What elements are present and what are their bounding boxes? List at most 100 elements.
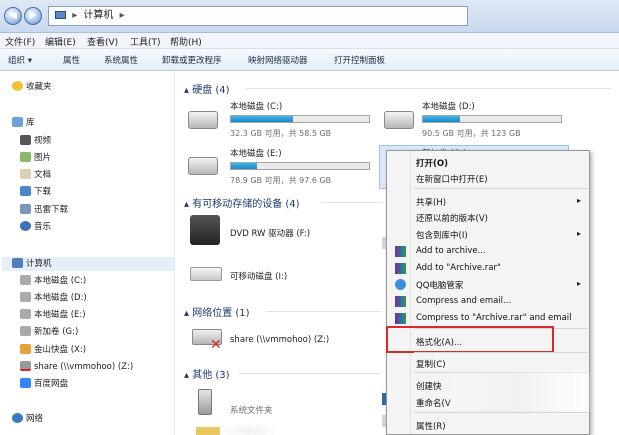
nav-library[interactable]: 库 bbox=[12, 116, 35, 130]
nav-drive-e[interactable]: 本地磁盘 (E:) bbox=[20, 308, 86, 322]
document-icon bbox=[20, 169, 31, 179]
nav-network[interactable]: 网络 bbox=[12, 412, 43, 426]
drive-e-tile[interactable] bbox=[188, 157, 218, 175]
organize-button[interactable]: 组织 ▾ bbox=[8, 54, 32, 66]
menu-item-qq-manager[interactable]: QQ电脑管家 bbox=[416, 279, 463, 291]
drive-icon bbox=[20, 292, 31, 302]
submenu-arrow-icon: ▸ bbox=[577, 279, 582, 288]
winrar-icon bbox=[395, 263, 406, 274]
drive-size: 90.5 GB 可用，共 123 GB bbox=[422, 129, 521, 138]
dvd-drive-label[interactable]: DVD RW 驱动器 (F:) bbox=[230, 227, 310, 239]
system-folder-label[interactable]: 系统文件夹 bbox=[230, 404, 273, 416]
network-icon bbox=[12, 413, 23, 423]
network-drive-label[interactable]: share (\\vmmohoo) (Z:) bbox=[230, 335, 329, 345]
group-header-removable[interactable]: ▴ 有可移动存储的设备 (4) bbox=[184, 195, 300, 210]
map-network-drive-button[interactable]: 映射网络驱动器 bbox=[248, 54, 308, 66]
menu-bar: 文件(F) 编辑(E) 查看(V) 工具(T) 帮助(H) bbox=[0, 33, 619, 49]
control-panel-button[interactable]: 打开控制面板 bbox=[334, 54, 385, 66]
nav-downloads[interactable]: 下载 bbox=[20, 185, 51, 199]
network-drive-icon bbox=[20, 361, 31, 371]
drive-size: 32.3 GB 可用，共 58.5 GB bbox=[230, 129, 332, 138]
music-icon bbox=[20, 221, 31, 231]
drive-label: 本地磁盘 (D:) bbox=[422, 102, 475, 112]
download-icon bbox=[20, 186, 31, 196]
system-properties-button[interactable]: 系统属性 bbox=[104, 54, 138, 66]
back-button[interactable]: ◀ bbox=[4, 7, 22, 25]
nav-drive-g[interactable]: 新加卷 (G:) bbox=[20, 325, 78, 339]
drive-icon bbox=[384, 111, 414, 129]
menu-item-restore-versions[interactable]: 还原以前的版本(V) bbox=[416, 212, 488, 224]
menu-item-open[interactable]: 打开(O) bbox=[416, 157, 448, 169]
group-header-hdd[interactable]: ▴ 硬盘 (4) bbox=[184, 81, 230, 96]
submenu-arrow-icon: ▸ bbox=[577, 229, 582, 238]
menu-item-open-new-window[interactable]: 在新窗口中打开(E) bbox=[416, 173, 488, 185]
nav-favorites[interactable]: 收藏夹 bbox=[12, 80, 52, 94]
usage-fill bbox=[423, 116, 461, 122]
divider bbox=[246, 88, 611, 89]
uninstall-program-button[interactable]: 卸载或更改程序 bbox=[162, 54, 222, 66]
drive-icon bbox=[20, 326, 31, 336]
winrar-icon bbox=[395, 246, 406, 257]
menu-item-format[interactable]: 格式化(A)... bbox=[416, 336, 462, 348]
properties-button[interactable]: 属性 bbox=[63, 54, 80, 66]
winrar-icon bbox=[395, 313, 406, 324]
nav-drive-z[interactable]: share (\\vmmohoo) (Z:) bbox=[20, 360, 133, 374]
picture-icon bbox=[20, 152, 31, 162]
nav-music[interactable]: 音乐 bbox=[20, 220, 51, 234]
phone-icon bbox=[198, 389, 212, 415]
menu-item-compress-email[interactable]: Compress and email... bbox=[416, 296, 511, 306]
drive-label: 本地磁盘 (C:) bbox=[230, 102, 283, 112]
forward-button[interactable]: ▶ bbox=[24, 7, 42, 25]
obscured-label bbox=[220, 426, 280, 435]
menu-item-properties[interactable]: 属性(R) bbox=[416, 420, 446, 432]
menu-item-create-shortcut[interactable]: 创建快 bbox=[416, 380, 442, 392]
menu-tools[interactable]: 工具(T) bbox=[130, 35, 161, 48]
nav-thunder-downloads[interactable]: 迅雷下载 bbox=[20, 203, 68, 217]
disconnected-icon: ✕ bbox=[210, 337, 222, 353]
format-highlight-box bbox=[386, 326, 554, 353]
group-header-other[interactable]: ▴ 其他 (3) bbox=[184, 366, 230, 381]
drive-size: 78.9 GB 可用，共 97.6 GB bbox=[230, 176, 332, 185]
address-box[interactable]: ▸ 计算机 ▸ bbox=[48, 6, 468, 26]
menu-separator bbox=[414, 352, 588, 353]
drive-d-tile[interactable] bbox=[384, 111, 414, 129]
dvd-drive-icon bbox=[190, 215, 220, 245]
menu-help[interactable]: 帮助(H) bbox=[170, 35, 202, 48]
nav-computer[interactable]: 计算机 bbox=[12, 257, 52, 271]
context-menu-gutter bbox=[410, 151, 411, 434]
breadcrumb[interactable]: 计算机 bbox=[83, 10, 113, 21]
divider bbox=[266, 311, 381, 312]
qq-guard-icon bbox=[395, 279, 406, 290]
baidu-pan-icon bbox=[20, 378, 31, 388]
nav-baidu-pan[interactable]: 百度网盘 bbox=[20, 377, 68, 391]
menu-item-add-rar[interactable]: Add to "Archive.rar" bbox=[416, 263, 501, 273]
navigation-pane: 收藏夹 库 视频 图片 文档 下载 迅雷下载 音乐 计算机 本地磁盘 (C:) … bbox=[0, 71, 175, 435]
nav-pictures[interactable]: 图片 bbox=[20, 151, 51, 165]
menu-item-rename[interactable]: 重命名(V bbox=[416, 397, 451, 409]
drive-icon bbox=[20, 275, 31, 285]
star-icon bbox=[12, 81, 23, 91]
menu-item-add-archive[interactable]: Add to archive... bbox=[416, 246, 486, 256]
menu-item-share[interactable]: 共享(H) bbox=[416, 196, 446, 208]
library-icon bbox=[12, 117, 23, 127]
drive-c-tile[interactable] bbox=[188, 111, 218, 129]
divider bbox=[322, 202, 382, 203]
nav-documents[interactable]: 文档 bbox=[20, 168, 51, 182]
menu-view[interactable]: 查看(V) bbox=[87, 35, 118, 48]
menu-item-include-library[interactable]: 包含到库中(I) bbox=[416, 229, 468, 241]
breadcrumb-sep: ▸ bbox=[72, 10, 78, 21]
nav-drive-c[interactable]: 本地磁盘 (C:) bbox=[20, 274, 86, 288]
removable-disk-label[interactable]: 可移动磁盘 (I:) bbox=[230, 270, 287, 282]
group-header-network[interactable]: ▴ 网络位置 (1) bbox=[184, 304, 250, 319]
nav-drive-x[interactable]: 金山快盘 (X:) bbox=[20, 343, 86, 357]
drive-icon bbox=[20, 309, 31, 319]
menu-item-compress-rar-email[interactable]: Compress to "Archive.rar" and email bbox=[416, 313, 572, 323]
menu-file[interactable]: 文件(F) bbox=[5, 35, 35, 48]
folder-icon bbox=[20, 204, 31, 214]
nav-drive-d[interactable]: 本地磁盘 (D:) bbox=[20, 291, 87, 305]
nav-videos[interactable]: 视频 bbox=[20, 134, 51, 148]
usage-fill bbox=[231, 163, 258, 169]
menu-edit[interactable]: 编辑(E) bbox=[45, 35, 76, 48]
menu-item-copy[interactable]: 复制(C) bbox=[416, 358, 446, 370]
computer-icon bbox=[12, 258, 23, 268]
